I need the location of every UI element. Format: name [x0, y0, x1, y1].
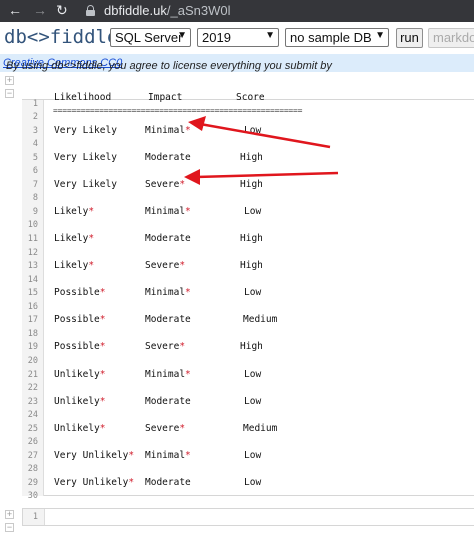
annotation-arrows: [184, 116, 339, 185]
sql-editor-2[interactable]: [22, 508, 474, 526]
red-arrow-minimal: [188, 116, 331, 149]
line-number: 1: [32, 512, 38, 522]
expand-panel-icon[interactable]: +: [5, 510, 14, 519]
collapse-panel-icon[interactable]: −: [5, 523, 14, 532]
red-arrow-severe: [184, 169, 339, 185]
